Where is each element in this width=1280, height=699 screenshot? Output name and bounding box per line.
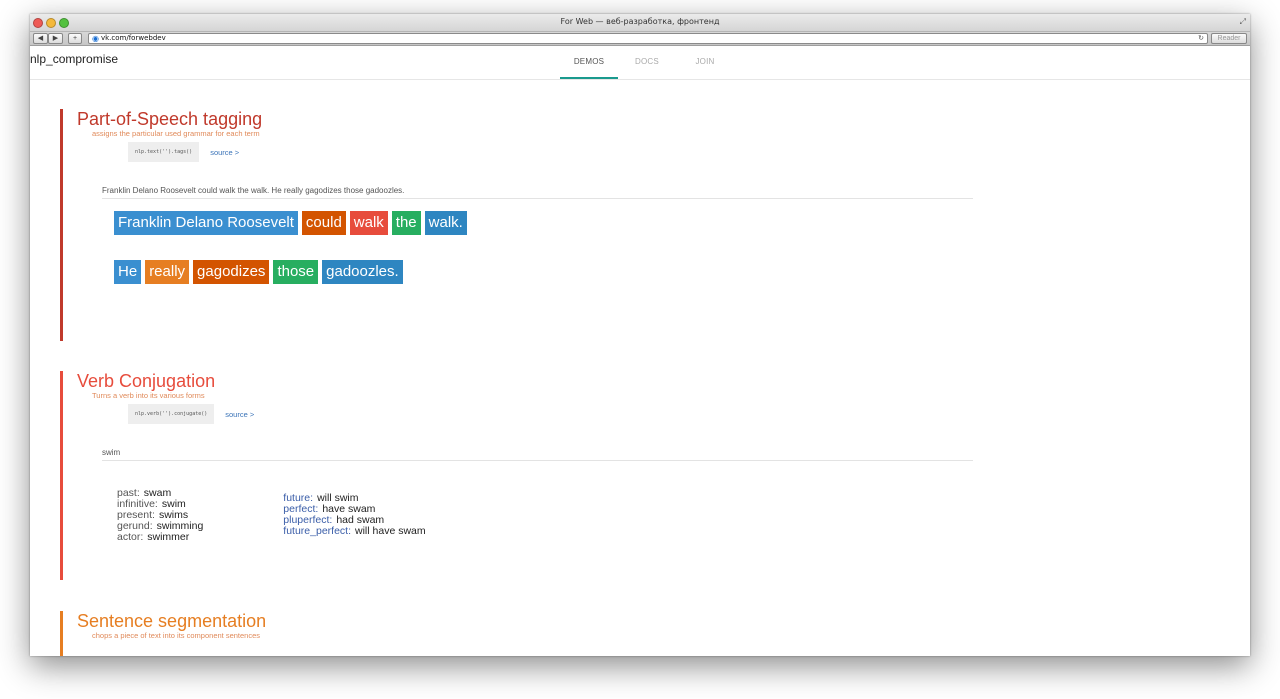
window-title: For Web — веб-разработка, фронтенд: [560, 17, 720, 26]
address-bar[interactable]: ◉ vk.com/forwebdev ↻: [88, 33, 1208, 44]
reader-button[interactable]: Reader: [1211, 33, 1247, 44]
fullscreen-icon[interactable]: ⤢: [1240, 17, 1246, 27]
back-button[interactable]: ◀: [33, 33, 48, 44]
pos-tag: those: [273, 260, 319, 284]
form-label: actor:: [117, 531, 144, 543]
pos-tag: could: [301, 211, 346, 235]
tag-output: Franklin Delano Roosevelt could walk the…: [114, 211, 973, 284]
browser-window: For Web — веб-разработка, фронтенд ⤢ ◀ ▶…: [30, 14, 1250, 656]
forward-button[interactable]: ▶: [48, 33, 63, 44]
tag-line: Franklin Delano Roosevelt could walk the…: [114, 211, 973, 235]
conjugation-row: actor: swimmer: [117, 532, 203, 543]
pos-tag: really: [145, 260, 190, 284]
url-text: vk.com/forwebdev: [100, 34, 166, 42]
browser-toolbar: ◀ ▶ + ◉ vk.com/forwebdev ↻ Reader: [30, 32, 1250, 46]
demo-input-text[interactable]: swim: [102, 448, 973, 461]
conjugation-column: past: swam infinitive: swim present: swims …: [117, 488, 203, 543]
code-snippet: nlp.text('').tags(): [128, 142, 200, 162]
pos-tag: the: [391, 211, 421, 235]
code-snippet: nlp.verb('').conjugate(): [128, 404, 215, 424]
globe-icon: ◉: [92, 34, 99, 43]
section-accent-bar: [60, 371, 63, 580]
section-title: Sentence segmentation: [77, 611, 267, 631]
section-title: Part-of-Speech tagging: [77, 109, 263, 129]
form-label: future_perfect:: [283, 525, 352, 537]
pos-tag: walk.: [424, 211, 467, 235]
code-row: nlp.text('').tags() source >: [128, 142, 973, 162]
source-link[interactable]: source >: [225, 410, 254, 419]
pos-tag: gadoozles.: [322, 260, 403, 284]
title-bar: For Web — веб-разработка, фронтенд ⤢: [30, 14, 1250, 32]
source-link[interactable]: source >: [210, 148, 239, 157]
conjugation-row: future_perfect: will have swam: [283, 526, 425, 537]
tab-docs[interactable]: DOCS: [618, 46, 676, 77]
brand-logo[interactable]: nlp_compromise: [30, 52, 118, 66]
pos-tag: walk: [349, 211, 388, 235]
sentence-section: Sentence segmentation chops a piece of t…: [60, 611, 266, 656]
demo-input-text[interactable]: Franklin Delano Roosevelt could walk the…: [102, 186, 973, 199]
section-accent-bar: [60, 109, 63, 341]
pos-section: Part-of-Speech tagging assigns the parti…: [60, 109, 973, 341]
pos-tag: He: [114, 260, 142, 284]
add-bookmark-button[interactable]: +: [68, 33, 82, 44]
conjugation-column: future: will swim perfect: have swam plupe…: [283, 488, 425, 543]
tag-line: He really gagodizes those gadoozles.: [114, 260, 973, 284]
app-nav: nlp_compromise DEMOS DOCS JOIN: [30, 46, 1250, 80]
verb-section: Verb Conjugation Turns a verb into its v…: [60, 371, 973, 580]
section-subtitle: Turns a verb into its various forms: [92, 391, 205, 400]
back-forward-group: ◀ ▶: [33, 33, 63, 44]
section-title: Verb Conjugation: [77, 371, 216, 391]
tab-demos[interactable]: DEMOS: [560, 46, 618, 79]
conjugation-output: past: swam infinitive: swim present: swims …: [117, 488, 973, 543]
section-subtitle: assigns the particular used grammar for …: [92, 129, 260, 138]
form-value: swimmer: [147, 531, 190, 543]
reload-icon[interactable]: ↻: [1198, 34, 1204, 43]
pos-tag: Franklin Delano Roosevelt: [114, 211, 298, 235]
nav-tabs: DEMOS DOCS JOIN: [560, 46, 734, 79]
pos-tag: gagodizes: [193, 260, 270, 284]
code-row: nlp.verb('').conjugate() source >: [128, 404, 973, 424]
tab-join[interactable]: JOIN: [676, 46, 734, 77]
section-subtitle: chops a piece of text into its component…: [92, 631, 261, 640]
section-accent-bar: [60, 611, 63, 656]
form-value: will have swam: [355, 525, 426, 537]
